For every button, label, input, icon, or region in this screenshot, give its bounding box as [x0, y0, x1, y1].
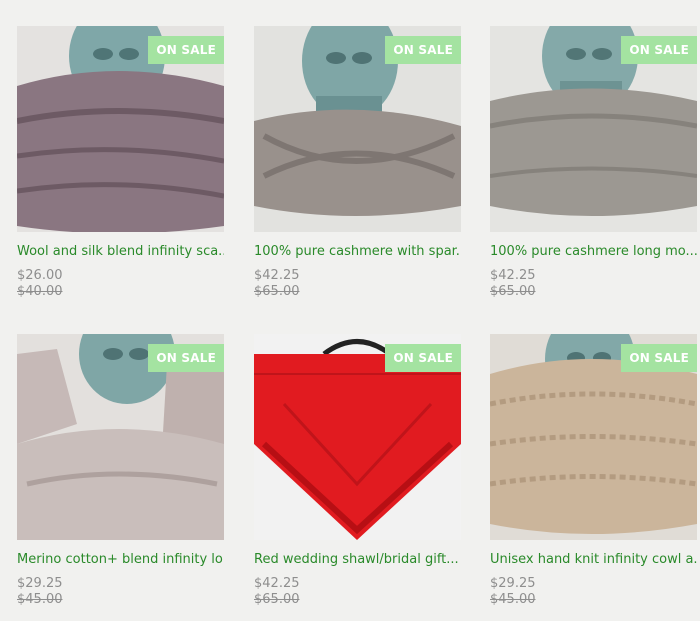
product-card[interactable]: ON SALE 100% pure cashmere long mo... $4…: [490, 26, 697, 300]
product-image[interactable]: ON SALE: [17, 334, 224, 540]
product-card[interactable]: ON SALE 100% pure cashmere with spar... …: [254, 26, 461, 300]
original-price: $40.00: [17, 284, 63, 299]
original-price: $45.00: [490, 592, 536, 607]
product-grid: ON SALE Wool and silk blend infinity sca…: [0, 0, 700, 621]
original-price: $65.00: [254, 284, 300, 299]
original-price: $65.00: [490, 284, 536, 299]
product-image[interactable]: ON SALE: [254, 334, 461, 540]
on-sale-badge: ON SALE: [148, 36, 224, 64]
on-sale-badge: ON SALE: [148, 344, 224, 372]
sale-price: $29.25: [490, 576, 536, 591]
product-card[interactable]: ON SALE Unisex hand knit infinity cowl a…: [490, 334, 697, 608]
product-title[interactable]: Wool and silk blend infinity sca...: [17, 242, 224, 262]
on-sale-badge: ON SALE: [385, 36, 461, 64]
product-image[interactable]: ON SALE: [17, 26, 224, 232]
product-card[interactable]: ON SALE Wool and silk blend infinity sca…: [17, 26, 224, 300]
on-sale-badge: ON SALE: [385, 344, 461, 372]
product-title[interactable]: Merino cotton+ blend infinity lo...: [17, 550, 224, 570]
product-title[interactable]: 100% pure cashmere with spar...: [254, 242, 461, 262]
product-title[interactable]: Unisex hand knit infinity cowl a...: [490, 550, 697, 570]
product-image[interactable]: ON SALE: [490, 26, 697, 232]
product-card[interactable]: ON SALE Merino cotton+ blend infinity lo…: [17, 334, 224, 608]
sale-price: $26.00: [17, 268, 63, 283]
product-image[interactable]: ON SALE: [490, 334, 697, 540]
product-title[interactable]: 100% pure cashmere long mo...: [490, 242, 697, 262]
product-image[interactable]: ON SALE: [254, 26, 461, 232]
original-price: $45.00: [17, 592, 63, 607]
sale-price: $29.25: [17, 576, 63, 591]
sale-price: $42.25: [254, 268, 300, 283]
on-sale-badge: ON SALE: [621, 344, 697, 372]
sale-price: $42.25: [254, 576, 300, 591]
product-title[interactable]: Red wedding shawl/bridal gift...: [254, 550, 461, 570]
product-card[interactable]: ON SALE Red wedding shawl/bridal gift...…: [254, 334, 461, 608]
sale-price: $42.25: [490, 268, 536, 283]
original-price: $65.00: [254, 592, 300, 607]
on-sale-badge: ON SALE: [621, 36, 697, 64]
